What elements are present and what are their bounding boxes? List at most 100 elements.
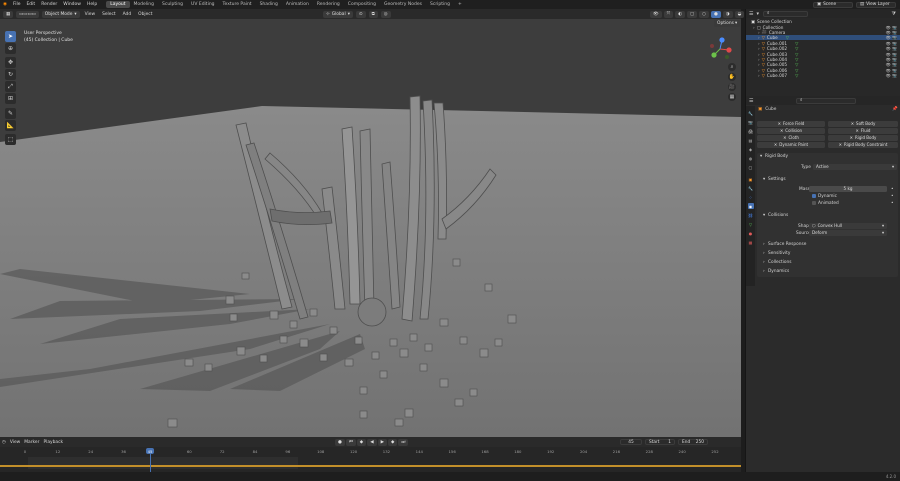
- annotate-tool-icon[interactable]: ✎: [5, 108, 16, 119]
- animated-checkbox[interactable]: [812, 201, 816, 205]
- timeline-area[interactable]: 0122436456072849610812013214415616818019…: [0, 447, 741, 472]
- transform-tool-icon[interactable]: ⊞: [5, 93, 16, 104]
- mesh-data-icon[interactable]: ▽: [795, 73, 798, 78]
- add-cube-tool-icon[interactable]: ⬚: [5, 134, 16, 145]
- world-tab-icon[interactable]: ◍: [748, 155, 754, 161]
- viewport-menu-add[interactable]: Add: [121, 12, 134, 17]
- expand-chevron-icon[interactable]: ›: [758, 41, 760, 46]
- timeline-menu-marker[interactable]: Marker: [22, 440, 41, 445]
- properties-search-input[interactable]: ⌕: [796, 97, 856, 104]
- shading-material-icon[interactable]: ◑: [722, 10, 733, 18]
- mesh-data-icon[interactable]: ▽: [795, 41, 798, 46]
- menu-file[interactable]: File: [10, 2, 24, 7]
- rigid-body-title[interactable]: Rigid Body: [765, 154, 788, 159]
- outliner-editor-icon[interactable]: ☰: [749, 11, 753, 17]
- expand-chevron-icon[interactable]: ›: [758, 68, 760, 73]
- mesh-data-icon[interactable]: ▽: [795, 57, 798, 62]
- expand-chevron-icon[interactable]: ›: [758, 46, 760, 51]
- play-reverse-icon[interactable]: ◀: [367, 438, 377, 446]
- render-tab-icon[interactable]: 📷: [748, 119, 754, 125]
- pan-hand-icon[interactable]: ✋: [728, 73, 736, 81]
- mesh-data-icon[interactable]: ▽: [795, 68, 798, 73]
- play-icon[interactable]: ▶: [377, 438, 387, 446]
- timeline-menu-playback[interactable]: Playback: [41, 440, 65, 445]
- visibility-toggle-icon[interactable]: 👁 📷: [886, 73, 897, 78]
- viewport-menu-view[interactable]: View: [83, 12, 97, 17]
- expand-chevron-icon[interactable]: ›: [758, 57, 760, 62]
- tool-tab-icon[interactable]: 🔧: [748, 110, 754, 116]
- object-tab-icon[interactable]: ▣: [748, 176, 754, 182]
- expand-chevron-icon[interactable]: ›: [753, 25, 755, 30]
- mesh-data-icon[interactable]: ▽: [795, 46, 798, 51]
- 3d-viewport[interactable]: User Perspective (45) Collection | Cube …: [0, 19, 741, 437]
- navigation-gizmo[interactable]: [708, 37, 732, 61]
- fluid-button[interactable]: ✕ Fluid: [828, 128, 898, 134]
- modifier-tab-icon[interactable]: 🔧: [748, 185, 754, 191]
- camera-view-icon[interactable]: 🎥: [728, 83, 736, 91]
- workspace-tab-rendering[interactable]: Rendering: [313, 1, 344, 8]
- keyframe-dot-icon[interactable]: •: [891, 201, 894, 206]
- next-keyframe-icon[interactable]: ◆: [387, 438, 398, 446]
- visibility-icon[interactable]: 👁: [650, 10, 662, 18]
- workspace-tab-geometry-nodes[interactable]: Geometry Nodes: [380, 1, 426, 8]
- menu-render[interactable]: Render: [38, 2, 60, 7]
- dynamics-subpanel[interactable]: Dynamics: [768, 269, 789, 274]
- gizmo-icon[interactable]: ⤧: [663, 10, 674, 18]
- measure-tool-icon[interactable]: 📐: [5, 120, 16, 131]
- jump-end-icon[interactable]: ⏭: [398, 438, 409, 446]
- chevron-right-icon[interactable]: ›: [763, 242, 765, 247]
- workspace-tab-compositing[interactable]: Compositing: [344, 1, 380, 8]
- expand-chevron-icon[interactable]: ›: [758, 73, 760, 78]
- surface-response-subpanel[interactable]: Surface Response: [768, 242, 806, 247]
- settings-subpanel-title[interactable]: Settings: [768, 177, 786, 182]
- chevron-down-icon[interactable]: ▾: [763, 177, 765, 182]
- add-workspace-icon[interactable]: +: [454, 1, 466, 8]
- menu-edit[interactable]: Edit: [23, 2, 38, 7]
- type-dropdown[interactable]: Active ▾: [813, 164, 897, 170]
- rigid-body-button[interactable]: ✕ Rigid Body: [828, 135, 898, 141]
- dynamic-paint-button[interactable]: ✕ Dynamic Paint: [757, 142, 825, 148]
- workspace-tab-scripting[interactable]: Scripting: [426, 1, 454, 8]
- blender-logo-icon[interactable]: ◉: [0, 2, 10, 7]
- data-tab-icon[interactable]: ▽: [748, 221, 754, 227]
- record-icon[interactable]: ●: [335, 438, 345, 446]
- visibility-toggle-icon[interactable]: 👁 📷: [886, 35, 897, 40]
- workspace-tab-sculpting[interactable]: Sculpting: [158, 1, 187, 8]
- collections-subpanel[interactable]: Collections: [768, 260, 792, 265]
- snap-icon[interactable]: ⧉: [368, 10, 378, 18]
- dynamic-checkbox[interactable]: [812, 194, 816, 198]
- texture-tab-icon[interactable]: ▦: [748, 239, 754, 245]
- jump-start-icon[interactable]: ⏮: [345, 438, 356, 446]
- mass-input[interactable]: 5 kg: [809, 186, 887, 192]
- shape-dropdown[interactable]: ⬡ Convex Hull ▾: [809, 223, 887, 229]
- grid-perspective-icon[interactable]: ▦: [728, 93, 736, 101]
- timeline-editor-icon[interactable]: ◷: [0, 440, 8, 445]
- cloth-button[interactable]: ✕ Cloth: [757, 135, 825, 141]
- options-dropdown[interactable]: Options ▾: [714, 20, 741, 27]
- timeline-menu-view[interactable]: View: [8, 440, 22, 445]
- shading-wireframe-icon[interactable]: ○: [699, 10, 709, 18]
- visibility-toggle-icon[interactable]: 👁 📷: [886, 68, 897, 73]
- collision-button[interactable]: ✕ Collision: [757, 128, 825, 134]
- chevron-right-icon[interactable]: ›: [763, 260, 765, 265]
- keyframe-dot-icon[interactable]: •: [891, 187, 894, 192]
- visibility-toggle-icon[interactable]: 👁 📷: [886, 46, 897, 51]
- particles-tab-icon[interactable]: ⁘: [748, 194, 754, 200]
- chevron-right-icon[interactable]: ›: [763, 251, 765, 256]
- collisions-subpanel-title[interactable]: Collisions: [768, 213, 788, 218]
- prev-keyframe-icon[interactable]: ◆: [356, 438, 367, 446]
- constraints-tab-icon[interactable]: ⛓: [748, 212, 754, 218]
- filter-icon[interactable]: ▾: [756, 11, 759, 17]
- workspace-tab-animation[interactable]: Animation: [282, 1, 313, 8]
- soft-body-button[interactable]: ✕ Soft Body: [828, 121, 898, 127]
- select-mode-icons[interactable]: ▭▭▭▭: [16, 10, 39, 18]
- view-layer-selector[interactable]: ▤ View Layer: [856, 1, 896, 8]
- visibility-toggle-icon[interactable]: 👁 📷: [886, 25, 897, 30]
- visibility-toggle-icon[interactable]: 👁 📷: [886, 62, 897, 67]
- transform-orientation-dropdown[interactable]: ⊹ Global ▾: [323, 10, 353, 18]
- workspace-tab-uv-editing[interactable]: UV Editing: [187, 1, 218, 8]
- zoom-icon[interactable]: ⌕: [728, 63, 736, 71]
- properties-editor-icon[interactable]: ☰: [749, 98, 753, 104]
- pin-icon[interactable]: 📌: [892, 107, 898, 112]
- outliner-search-input[interactable]: ⌕: [763, 10, 808, 17]
